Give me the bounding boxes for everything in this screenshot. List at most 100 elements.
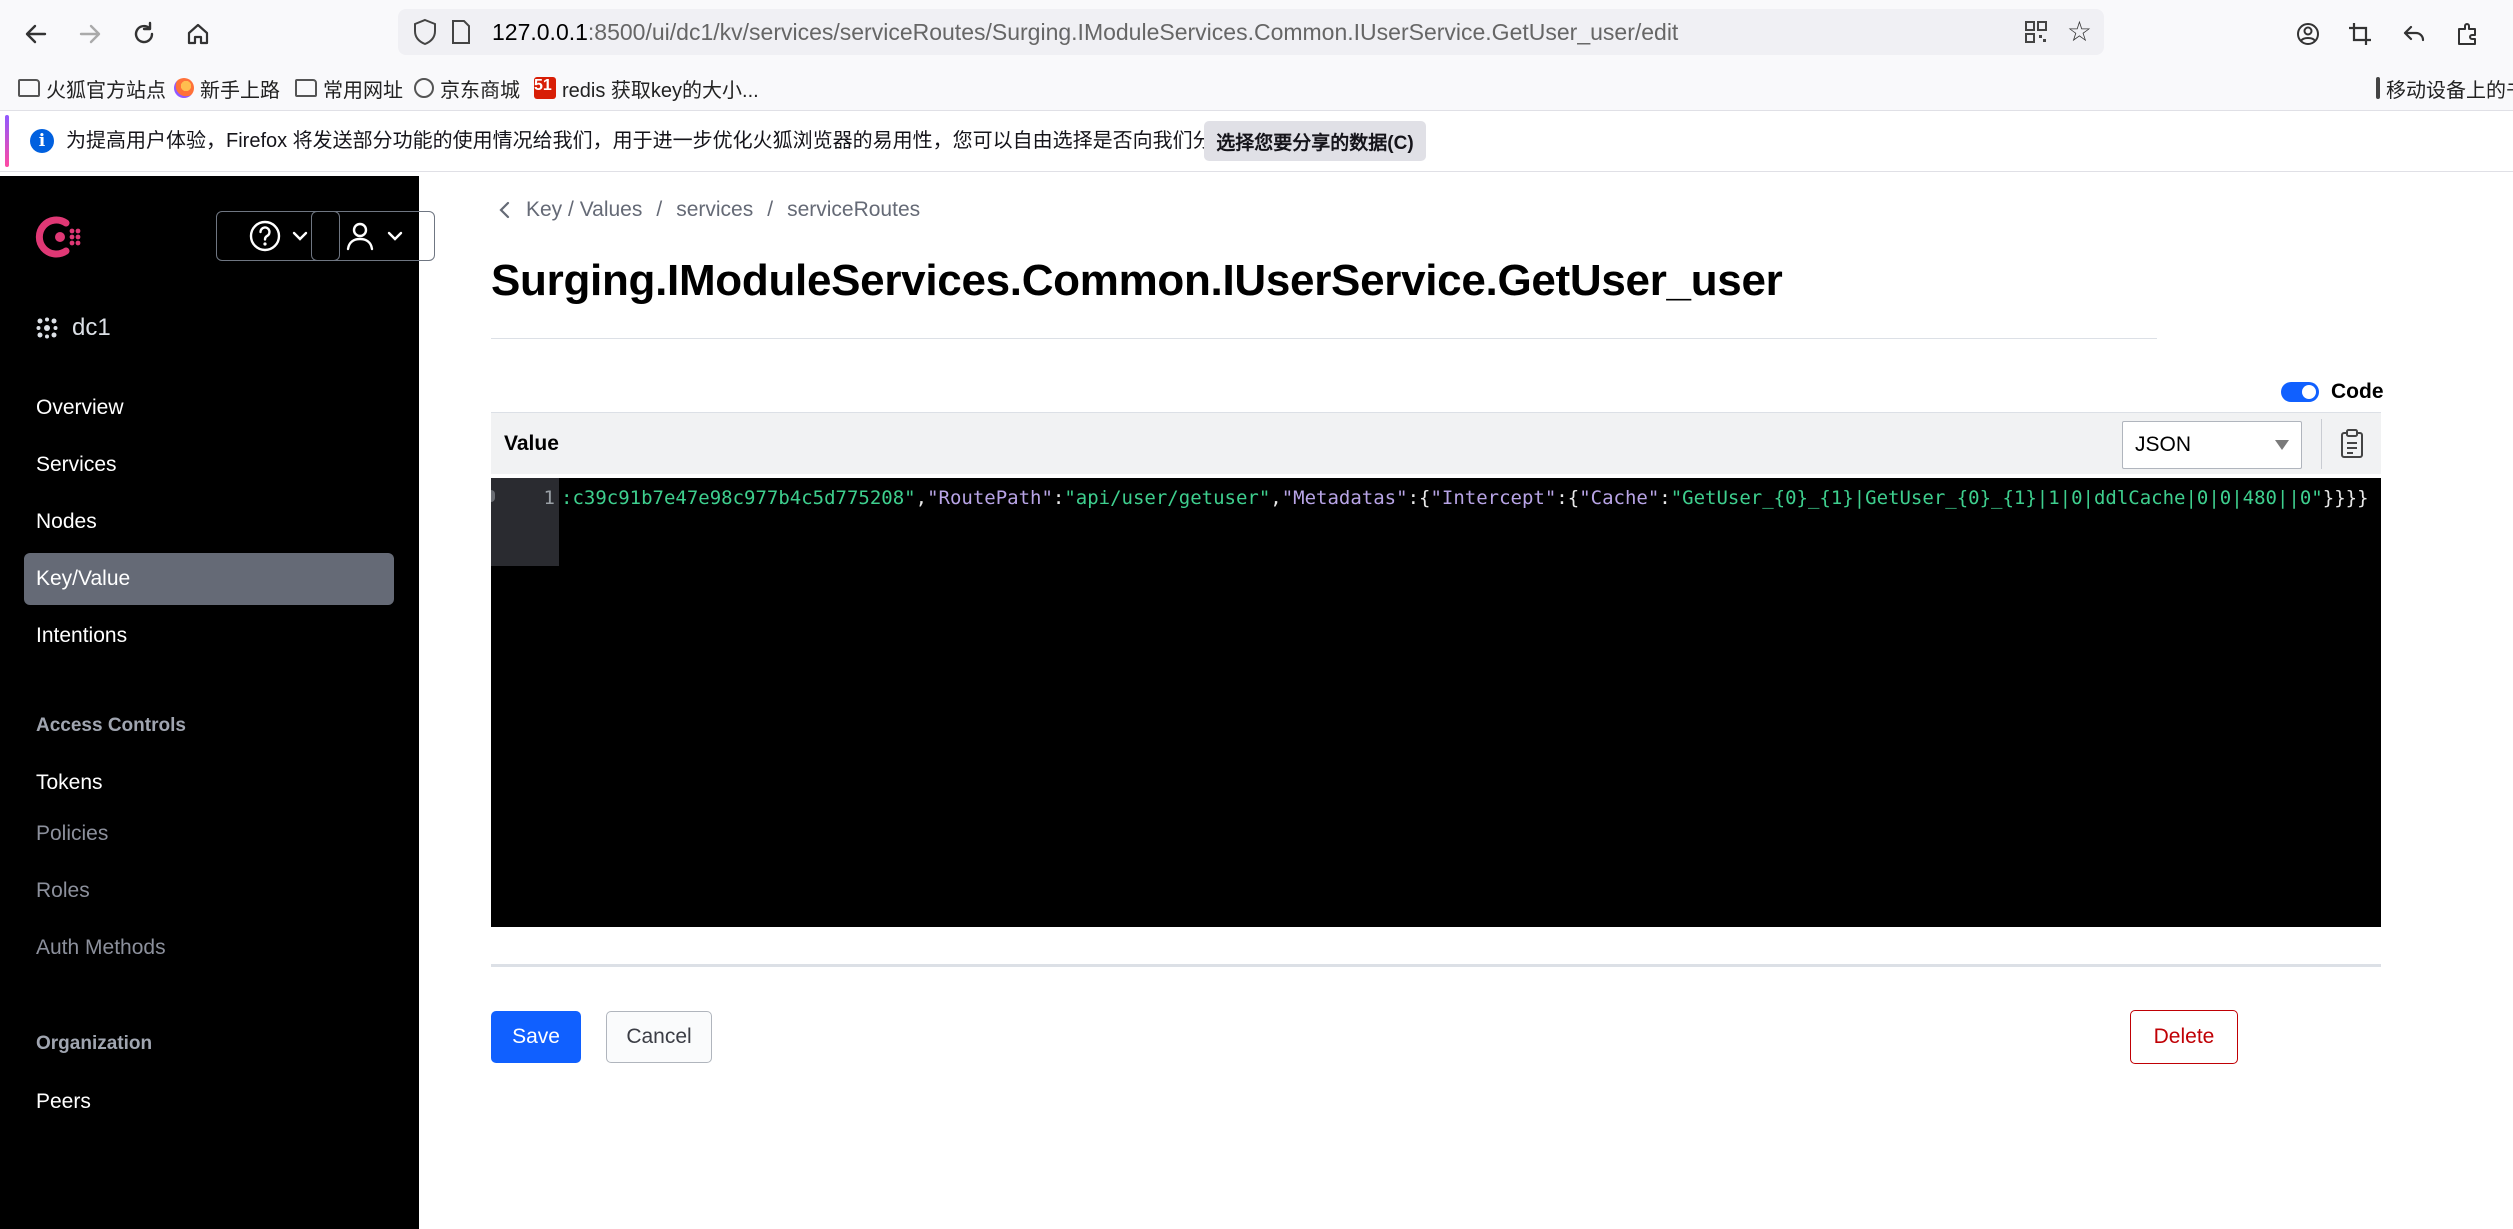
toggle-switch[interactable] (2281, 382, 2319, 402)
code-token: , (1270, 487, 1282, 509)
firefox-icon (174, 78, 194, 98)
mobile-bookmarks[interactable]: 移动设备上的书签 (2376, 72, 2513, 104)
code-token: "Intercept" (1430, 487, 1557, 509)
code-toggle-label: Code (2331, 380, 2384, 403)
datacenter-icon (36, 317, 58, 339)
help-icon (249, 220, 281, 252)
cto-icon: 51 (534, 77, 556, 99)
mobile-bookmarks-label: 移动设备上的书签 (2386, 79, 2513, 102)
save-button[interactable]: Save (491, 1011, 581, 1063)
sidebar: dc1 Overview Services Nodes Key/Value In… (0, 176, 435, 1229)
editor-header: Value JSON (491, 412, 2381, 474)
back-icon[interactable] (16, 14, 56, 54)
nav-policies[interactable]: Policies (24, 808, 394, 860)
format-select-value: JSON (2135, 433, 2192, 456)
code-token: , (915, 487, 928, 509)
code-editor[interactable]: 1 :c39c91b7e47e98c977b4c5d775208","Route… (491, 478, 2381, 927)
page-icon[interactable] (450, 19, 472, 45)
notification-accent (5, 115, 9, 167)
mobile-device-icon (2376, 77, 2380, 99)
bookmarks-bar: 火狐官方站点 新手上路 常用网址 京东商城 51 redis 获取key的大小..… (0, 66, 2513, 110)
nav-auth-methods[interactable]: Auth Methods (24, 922, 394, 974)
breadcrumb-service-routes[interactable]: serviceRoutes (787, 198, 920, 222)
code-toggle[interactable]: Code (2281, 380, 2384, 404)
folder-icon (18, 79, 40, 97)
code-token: :c39c91b7e47e98c977b4c5d775208" (561, 487, 916, 509)
folder-icon (295, 79, 317, 97)
value-label: Value (504, 432, 559, 455)
organization-heading: Organization (36, 1033, 153, 1054)
bookmark-item[interactable]: 京东商城 (414, 72, 520, 104)
datacenter-name: dc1 (72, 314, 111, 341)
forward-icon[interactable] (70, 14, 110, 54)
notification-message: 为提高用户体验，Firefox 将发送部分功能的使用情况给我们，用于进一步优化火… (66, 130, 1293, 152)
chevron-down-icon (387, 231, 403, 241)
shield-icon[interactable] (412, 18, 438, 46)
choose-data-button[interactable]: 选择您要分享的数据(C) (1204, 121, 1426, 161)
bookmark-item[interactable]: 51 redis 获取key的大小... (534, 72, 759, 104)
copy-icon[interactable] (2337, 427, 2367, 461)
nav-nodes[interactable]: Nodes (24, 496, 394, 548)
qr-code-icon[interactable] (2024, 20, 2048, 44)
user-menu[interactable] (311, 211, 435, 261)
chevron-down-icon (292, 231, 308, 241)
bookmark-label: redis 获取key的大小... (562, 79, 759, 102)
code-token: "Metadatas" (1281, 487, 1408, 509)
undo-icon[interactable] (2394, 14, 2434, 54)
telemetry-notification: i 为提高用户体验，Firefox 将发送部分功能的使用情况给我们，用于进一步优… (0, 110, 2513, 172)
bookmark-label: 常用网址 (323, 79, 403, 102)
access-controls-heading: Access Controls (36, 715, 186, 736)
bookmark-item[interactable]: 常用网址 (295, 72, 403, 104)
code-token: :{ (1556, 487, 1580, 509)
code-token: "Cache" (1579, 487, 1660, 509)
nav-overview[interactable]: Overview (24, 382, 394, 434)
nav-intentions[interactable]: Intentions (24, 610, 394, 662)
delete-button[interactable]: Delete (2130, 1010, 2238, 1064)
nav-services[interactable]: Services (24, 439, 394, 491)
home-icon[interactable] (178, 14, 218, 54)
code-line[interactable]: :c39c91b7e47e98c977b4c5d775208","RoutePa… (561, 487, 2369, 509)
consul-logo-icon[interactable] (32, 209, 88, 265)
browser-toolbar: 127.0.0.1:8500/ui/dc1/kv/services/servic… (0, 0, 2513, 66)
nav-roles[interactable]: Roles (24, 865, 394, 917)
page-title: Surging.IModuleServices.Common.IUserServ… (491, 256, 1783, 305)
line-number: 1 (543, 487, 555, 509)
cancel-button[interactable]: Cancel (606, 1011, 712, 1063)
breadcrumb-services[interactable]: services (676, 198, 753, 222)
caret-down-icon (2275, 440, 2289, 450)
url-path: :8500/ui/dc1/kv/services/serviceRoutes/S… (587, 19, 1679, 45)
breadcrumb-key-values[interactable]: Key / Values (526, 198, 642, 222)
bookmark-star-icon[interactable]: ☆ (2067, 16, 2092, 48)
reload-icon[interactable] (124, 14, 164, 54)
breadcrumb: Key / Values / services / serviceRoutes (498, 198, 920, 222)
url-text[interactable]: 127.0.0.1:8500/ui/dc1/kv/services/servic… (492, 18, 1678, 46)
url-host: 127.0.0.1 (492, 19, 588, 45)
bookmark-label: 京东商城 (440, 79, 520, 102)
account-icon[interactable] (2288, 14, 2328, 54)
code-token: : (1659, 487, 1671, 509)
extensions-icon[interactable] (2448, 14, 2488, 54)
bookmark-label: 新手上路 (200, 79, 280, 102)
user-icon (346, 222, 374, 251)
breadcrumb-separator: / (767, 198, 774, 221)
format-select[interactable]: JSON (2122, 421, 2302, 469)
chevron-left-icon[interactable] (498, 200, 512, 220)
code-token: : (1052, 487, 1065, 509)
title-divider (491, 338, 2157, 339)
code-token: }}}} (2322, 487, 2369, 509)
form-divider (491, 964, 2381, 967)
code-token: :{ (1407, 487, 1431, 509)
code-token: "GetUser_{0}_{1}|GetUser_{0}_{1}|1|0|ddl… (1670, 487, 2323, 509)
header-divider (2321, 419, 2322, 469)
datacenter-selector[interactable]: dc1 (36, 314, 111, 342)
main-content: Key / Values / services / serviceRoutes … (419, 176, 2513, 1229)
bookmark-item[interactable]: 火狐官方站点 (18, 72, 166, 104)
bookmark-item[interactable]: 新手上路 (174, 72, 280, 104)
globe-icon (414, 78, 434, 98)
nav-peers[interactable]: Peers (24, 1076, 394, 1128)
nav-key-value[interactable]: Key/Value (24, 553, 394, 605)
nav-tokens[interactable]: Tokens (24, 757, 394, 809)
url-bar[interactable]: 127.0.0.1:8500/ui/dc1/kv/services/servic… (398, 9, 2104, 55)
crop-screenshot-icon[interactable] (2340, 14, 2380, 54)
breadcrumb-separator: / (656, 198, 663, 221)
